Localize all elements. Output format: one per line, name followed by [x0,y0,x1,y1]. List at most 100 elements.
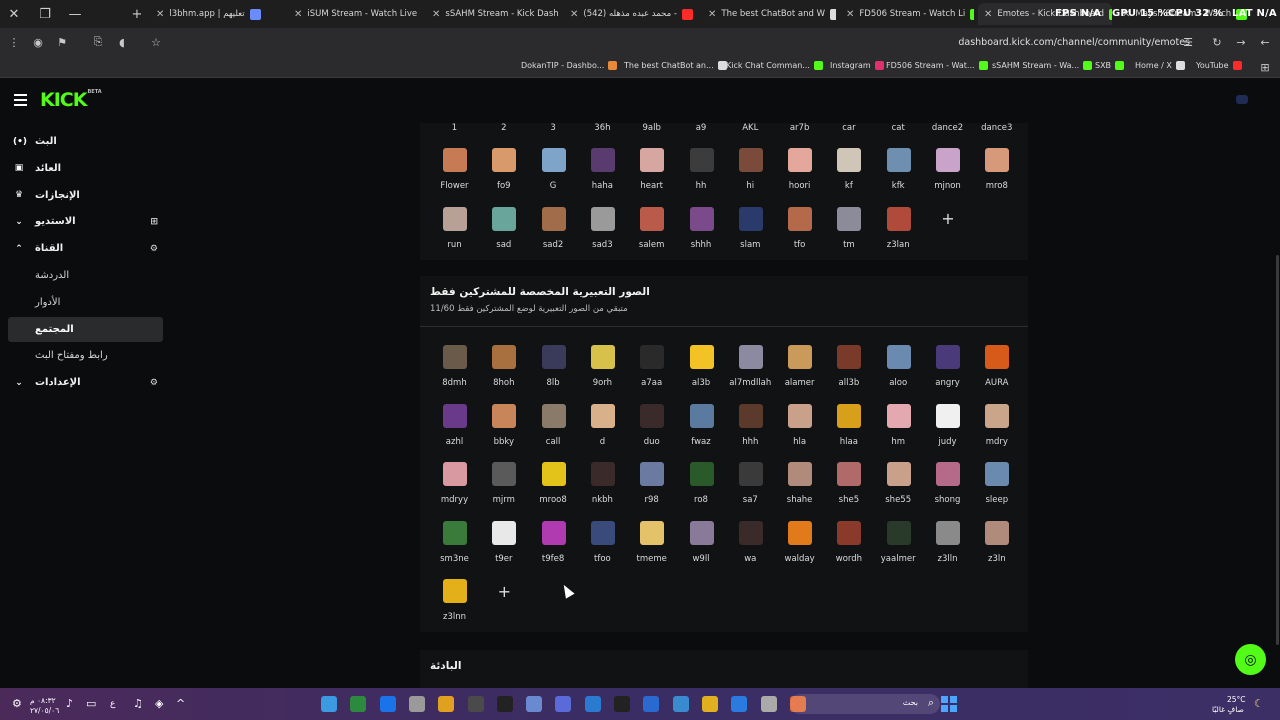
taskbar-app-icon[interactable] [496,696,513,712]
emote-item[interactable]: 8hoh [479,345,528,403]
reload-icon[interactable]: ↻ [1209,34,1225,50]
emote-item[interactable]: tm [824,206,873,265]
browser-tab[interactable]: ✕ (542) محمد عبده مذهله - [564,3,698,25]
emote-item[interactable]: wordh [824,520,873,579]
taskbar-app-icon[interactable] [701,696,718,712]
emote-item[interactable]: hla [775,403,824,462]
taskbar-app-icon[interactable] [643,696,660,712]
emote-item[interactable]: z3lnn [430,579,479,637]
bookmark-item[interactable]: DokanTIP - Dashbo... [521,61,618,70]
emote-item[interactable]: heart [627,148,676,206]
emote-item[interactable]: salem [627,206,676,265]
browser-tab[interactable]: ✕ FD506 Stream - Watch Li [840,3,974,25]
add-emote-button[interactable]: + [479,579,528,637]
profile-icon[interactable]: ◉ [30,34,46,50]
taskbar-app-icon[interactable] [408,696,425,712]
extensions-icon[interactable]: ⚑ [54,34,70,50]
sidebar-item[interactable]: ⌄ الإعدادات ⚙ [8,370,163,395]
taskbar-app-icon[interactable] [584,696,601,712]
emote-item[interactable]: duo [627,403,676,462]
bookmark-item[interactable]: Instagram [830,61,884,70]
emote-item[interactable]: she55 [874,462,923,520]
emote-item[interactable]: Flower [430,148,479,206]
support-chat-button[interactable]: ◎ [1235,644,1266,675]
taskbar-app-icon[interactable] [321,696,337,712]
bookmark-item[interactable]: SXB [1095,61,1125,70]
tab-close-icon[interactable]: ✕ [846,9,854,20]
emote-item[interactable]: slam [726,206,775,265]
emote-item[interactable]: shhh [677,206,726,265]
emote-item[interactable]: tfo [775,206,824,265]
emote-item[interactable]: kfk [874,148,923,206]
emote-item[interactable]: w9ll [677,520,726,579]
sidebar-action-icon[interactable]: ⚙ [150,244,158,254]
tab-close-icon[interactable]: ✕ [156,9,164,20]
taskbar-app-icon[interactable] [672,696,689,712]
url-field[interactable]: dashboard.kick.com/channel/community/emo… [958,37,1190,48]
weather-icon[interactable]: ☾ [1254,697,1264,710]
sidebar-item[interactable]: (•) البث [8,129,163,154]
browser-tab[interactable]: ✕ sSAHM Stream - Kick Dash [426,3,560,25]
emote-item[interactable]: al3b [677,345,726,403]
emote-item[interactable]: fo9 [479,148,528,206]
tab-close-icon[interactable]: ✕ [984,9,992,20]
clock-time[interactable]: ٠٨:٣٢ م [30,696,56,705]
volume-icon[interactable]: ♪ [66,697,73,710]
cast-icon[interactable]: ◖ [114,34,130,50]
emote-item[interactable]: mroo8 [529,462,578,520]
browser-tab[interactable]: ✕ l3bhm.app | تعليهم [150,3,284,25]
windows-start-icon[interactable] [941,696,957,712]
emote-item[interactable]: z3lln [923,520,972,579]
sidebar-action-icon[interactable]: ⊞ [150,217,158,227]
emote-item[interactable]: hm [874,403,923,462]
bookmark-star-icon[interactable]: ☆ [148,34,164,50]
emote-item[interactable]: sm3ne [430,520,479,579]
emote-item[interactable]: aloo [874,345,923,403]
tab-close-icon[interactable]: ✕ [708,9,716,20]
emote-item[interactable]: sad3 [578,206,627,265]
emote-item[interactable]: t9fe8 [529,520,578,579]
sidebar-item[interactable]: ▣ العائد [8,156,163,181]
search-box[interactable]: بحث ⌕ [790,694,940,714]
taskbar-app-icon[interactable] [467,696,484,712]
emote-item[interactable]: mjnon [923,148,972,206]
emote-item[interactable]: hhh [726,403,775,462]
add-emote-button[interactable]: + [923,207,972,265]
emote-item[interactable]: fwaz [677,403,726,462]
emote-item[interactable]: mjrm [479,462,528,520]
emote-item[interactable]: nkbh [578,462,627,520]
emote-item[interactable]: sad [479,206,528,265]
browser-tab[interactable]: ✕ iSUM Stream - Watch Live [288,3,422,25]
taskbar-app-icon[interactable] [438,696,455,712]
mic-icon[interactable]: ♫ [133,697,143,710]
emote-item[interactable]: r98 [627,462,676,520]
network-icon[interactable]: ▭ [86,697,96,710]
sidebar-item[interactable]: ⌃ القناة ⚙ [8,236,163,261]
taskbar-app-icon[interactable] [731,696,748,712]
kebab-menu-icon[interactable]: ⋮ [6,34,22,50]
emote-item[interactable]: 8dmh [430,345,479,403]
weather-temp[interactable]: 25°C [1227,695,1246,704]
sidebar-item[interactable]: ⌄ الاستديو ⊞ [8,209,163,234]
emote-item[interactable]: G [529,148,578,206]
tab-close-icon[interactable]: ✕ [294,9,302,20]
window-restore-icon[interactable]: ❐ [33,0,57,28]
taskbar-app-icon[interactable] [555,696,572,712]
emote-item[interactable]: wa [726,520,775,579]
browser-tab[interactable]: ✕ The best ChatBot and W [702,3,836,25]
new-tab-icon[interactable]: + [125,0,149,28]
share-icon[interactable]: ⎘ [90,34,106,50]
emote-item[interactable]: yaalmer [874,520,923,579]
window-close-icon[interactable]: ✕ [2,0,26,28]
emote-item[interactable]: hh [677,148,726,206]
emote-item[interactable]: alamer [775,345,824,403]
language-indicator[interactable]: ع [110,699,115,709]
settings-gear-icon[interactable]: ⚙ [12,697,22,710]
tab-close-icon[interactable]: ✕ [570,9,578,20]
emote-item[interactable]: mro8 [972,148,1021,206]
clock-date[interactable]: ٢٧/٠٥/٠٦ [30,706,59,715]
emote-item[interactable]: sa7 [726,462,775,520]
back-icon[interactable]: ← [1257,34,1273,50]
chevron-icon[interactable]: ⌄ [13,378,25,388]
bookmark-item[interactable]: FD506 Stream - Wat... [886,61,988,70]
